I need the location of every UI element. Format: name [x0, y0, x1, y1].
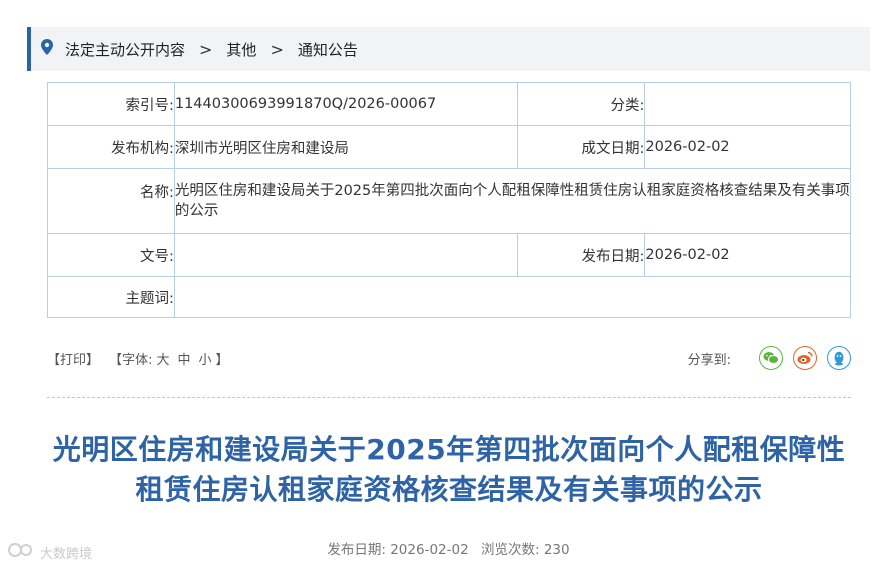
share-label: 分享到: [687, 352, 731, 368]
article-title: 光明区住房和建设局关于2025年第四批次面向个人配租保障性租赁住房认租家庭资格核… [52, 433, 846, 506]
breadcrumb-separator: > [199, 39, 213, 59]
breadcrumb: 法定主动公开内容 > 其他 > 通知公告 [27, 27, 870, 71]
category-value [644, 82, 851, 126]
watermark-logo-icon [8, 542, 36, 562]
weibo-share-icon[interactable] [793, 346, 817, 370]
publish-date-value: 2026-02-02 [390, 542, 469, 558]
publisher-value: 深圳市光明区住房和建设局 [173, 125, 518, 169]
written-date-value: 2026-02-02 [644, 125, 851, 169]
font-small-link[interactable]: 小 [198, 349, 211, 368]
wechat-share-icon[interactable] [759, 346, 783, 370]
index-value: 11440300693991870Q/2026-00067 [173, 82, 518, 126]
table-row: 主题词: [47, 276, 852, 318]
font-large-link[interactable]: 大 [156, 349, 169, 368]
table-row: 名称: 光明区住房和建设局关于2025年第四批次面向个人配租保障性租赁住房认租家… [47, 168, 852, 234]
subject-value [173, 276, 852, 318]
views-label: 浏览次数: [480, 542, 540, 558]
font-size-label: 字体: [122, 352, 153, 368]
document-metadata-table: 索引号: 11440300693991870Q/2026-00067 分类: 发… [47, 82, 852, 318]
breadcrumb-separator: > [270, 39, 284, 59]
name-label: 名称: [47, 168, 175, 234]
category-label: 分类: [516, 82, 646, 126]
watermark: 大数跨境 [8, 542, 92, 562]
qq-share-icon[interactable] [827, 346, 851, 370]
publish-date-value: 2026-02-02 [644, 233, 851, 277]
location-pin-icon [41, 39, 53, 59]
publish-date-label: 发布日期: [327, 542, 386, 558]
table-row: 索引号: 11440300693991870Q/2026-00067 分类: [47, 82, 851, 126]
index-label: 索引号: [47, 82, 175, 126]
doc-number-value [173, 233, 518, 277]
section-divider [47, 397, 851, 398]
subject-label: 主题词: [47, 276, 175, 318]
table-row: 文号: 发布日期: 2026-02-02 [47, 233, 851, 277]
views-count: 230 [543, 542, 570, 558]
publisher-label: 发布机构: [47, 125, 175, 169]
doc-number-label: 文号: [47, 233, 175, 277]
publish-date-label: 发布日期: [516, 233, 646, 277]
toolbar: 【 打印 】 【 字体: 大 中 小 】 分享到: [47, 340, 851, 376]
font-medium-link[interactable]: 中 [177, 349, 190, 368]
watermark-text: 大数跨境 [40, 546, 93, 562]
print-link[interactable]: 打印 [60, 349, 86, 368]
breadcrumb-item-notices[interactable]: 通知公告 [298, 39, 358, 60]
article-info: 发布日期: 2026-02-02 浏览次数: 230 [0, 538, 875, 558]
name-value: 光明区住房和建设局关于2025年第四批次面向个人配租保障性租赁住房认租家庭资格核… [173, 168, 852, 234]
breadcrumb-item-public-content[interactable]: 法定主动公开内容 [65, 39, 185, 60]
breadcrumb-item-other[interactable]: 其他 [226, 39, 256, 60]
table-row: 发布机构: 深圳市光明区住房和建设局 成文日期: 2026-02-02 [47, 125, 851, 169]
written-date-label: 成文日期: [516, 125, 646, 169]
